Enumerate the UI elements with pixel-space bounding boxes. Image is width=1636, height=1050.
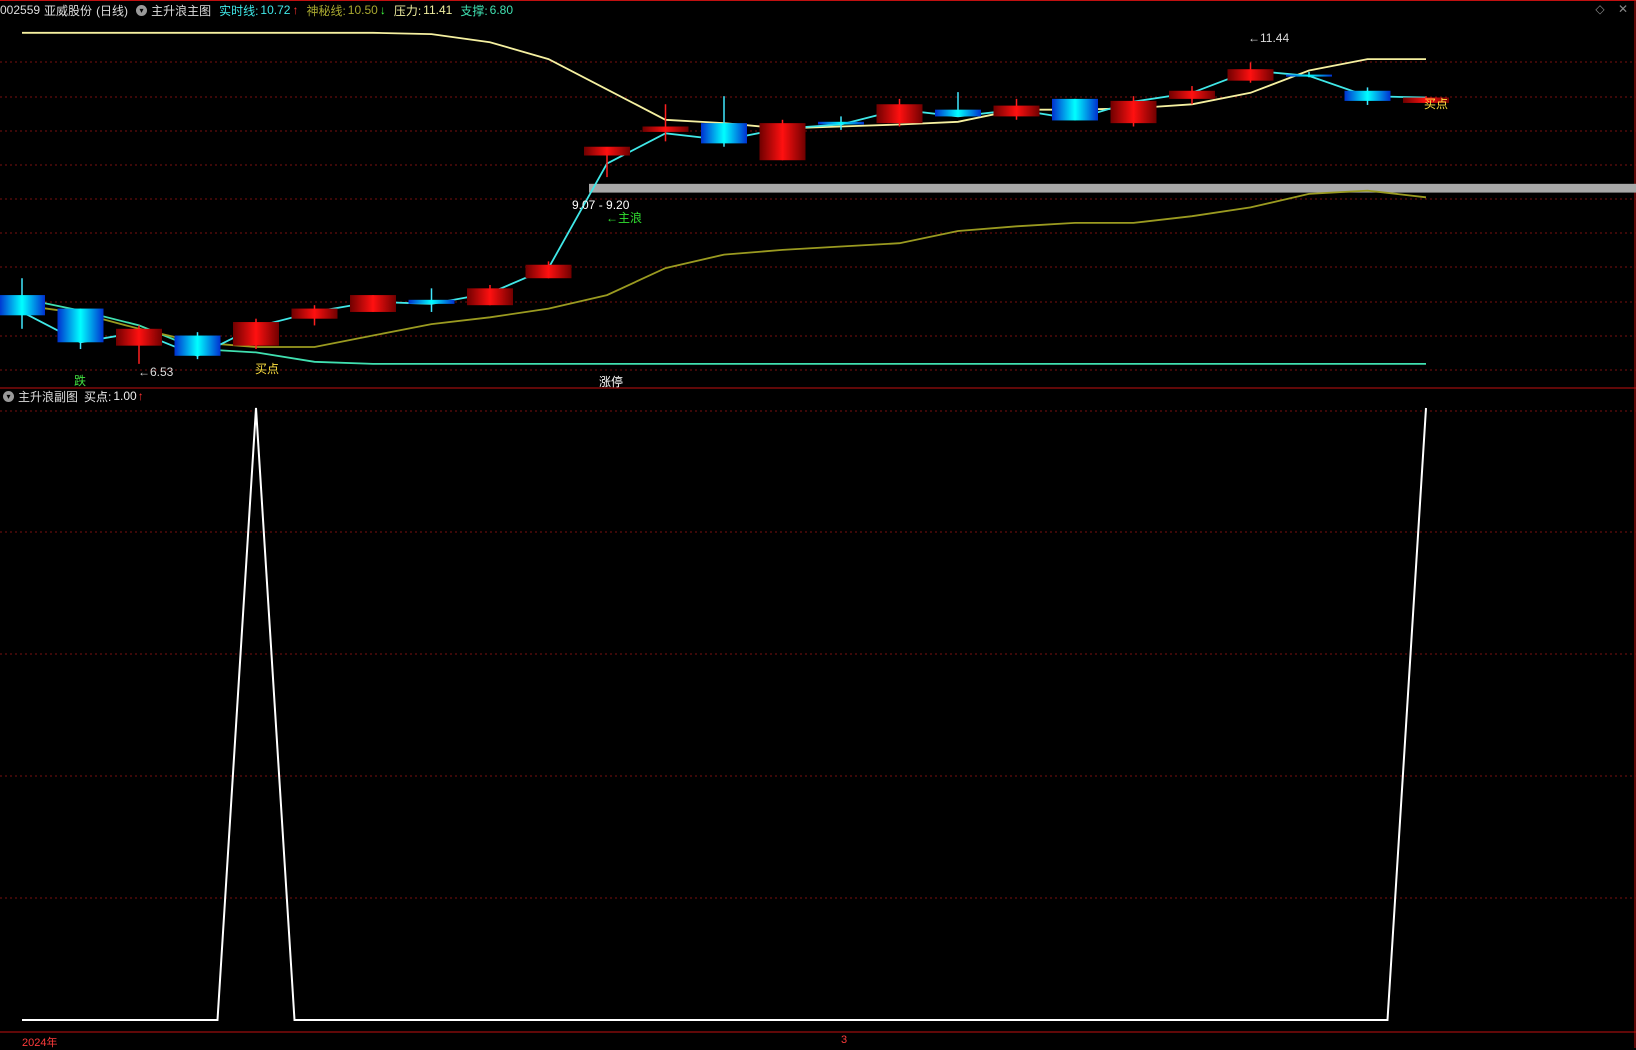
candle-body-15 (876, 104, 923, 124)
candle-body-2 (116, 328, 162, 346)
candle-body-6 (350, 295, 396, 312)
candle-body-7 (408, 299, 455, 304)
sub-chart-layer (22, 407, 1427, 1021)
candle-body-16 (935, 109, 981, 117)
candle-body-17 (993, 105, 1040, 117)
mystery-line (21, 189, 1427, 348)
candle-body-10 (584, 146, 630, 156)
range-band-layer (589, 183, 1636, 193)
candle-body-12 (701, 123, 747, 144)
candle-body-18 (1052, 98, 1098, 121)
range-annotation: 9.07 - 9.20 (572, 198, 630, 212)
low-annotation: ←6.53 (138, 365, 174, 379)
chart-frame (0, 0, 1636, 1048)
candle-body-19 (1110, 100, 1157, 124)
candle-body-8 (467, 288, 513, 306)
candles-layer (0, 62, 1449, 364)
buy-signal-line (22, 407, 1427, 1021)
limit-up-badge: 涨停 (599, 374, 623, 389)
candle-body-5 (291, 308, 338, 319)
annotation-layer: ←6.53 ←11.44 9.07 - 9.20 ←主浪 买点 买点 跌 涨停 (74, 31, 1448, 389)
candle-body-3 (174, 335, 221, 356)
candle-body-23 (1344, 90, 1391, 101)
candle-body-0 (0, 295, 45, 316)
range-band (589, 183, 1636, 193)
fall-badge: 跌 (74, 373, 86, 388)
candle-body-1 (57, 308, 104, 343)
x-axis-month-label: 3 (841, 1034, 848, 1046)
candle-body-9 (525, 264, 572, 279)
main-wave-annotation: ←主浪 (606, 210, 642, 225)
buy-point-annotation-2: 买点 (1424, 97, 1448, 111)
candle-body-22 (1286, 74, 1332, 77)
support-line (21, 297, 1426, 365)
buy-point-annotation-1: 买点 (255, 362, 279, 376)
candle-body-13 (759, 123, 806, 161)
chart-canvas[interactable]: ←6.53 ←11.44 9.07 - 9.20 ←主浪 买点 买点 跌 涨停 (0, 0, 1636, 1048)
x-axis: 2024年 3 (0, 1032, 1636, 1049)
candle-body-4 (233, 322, 279, 346)
candle-body-14 (818, 121, 864, 125)
candle-body-20 (1169, 90, 1215, 99)
candle-body-21 (1227, 69, 1274, 81)
indicator-lines-layer (21, 31, 1427, 365)
high-annotation: ←11.44 (1248, 31, 1289, 45)
candle-body-11 (642, 126, 689, 132)
